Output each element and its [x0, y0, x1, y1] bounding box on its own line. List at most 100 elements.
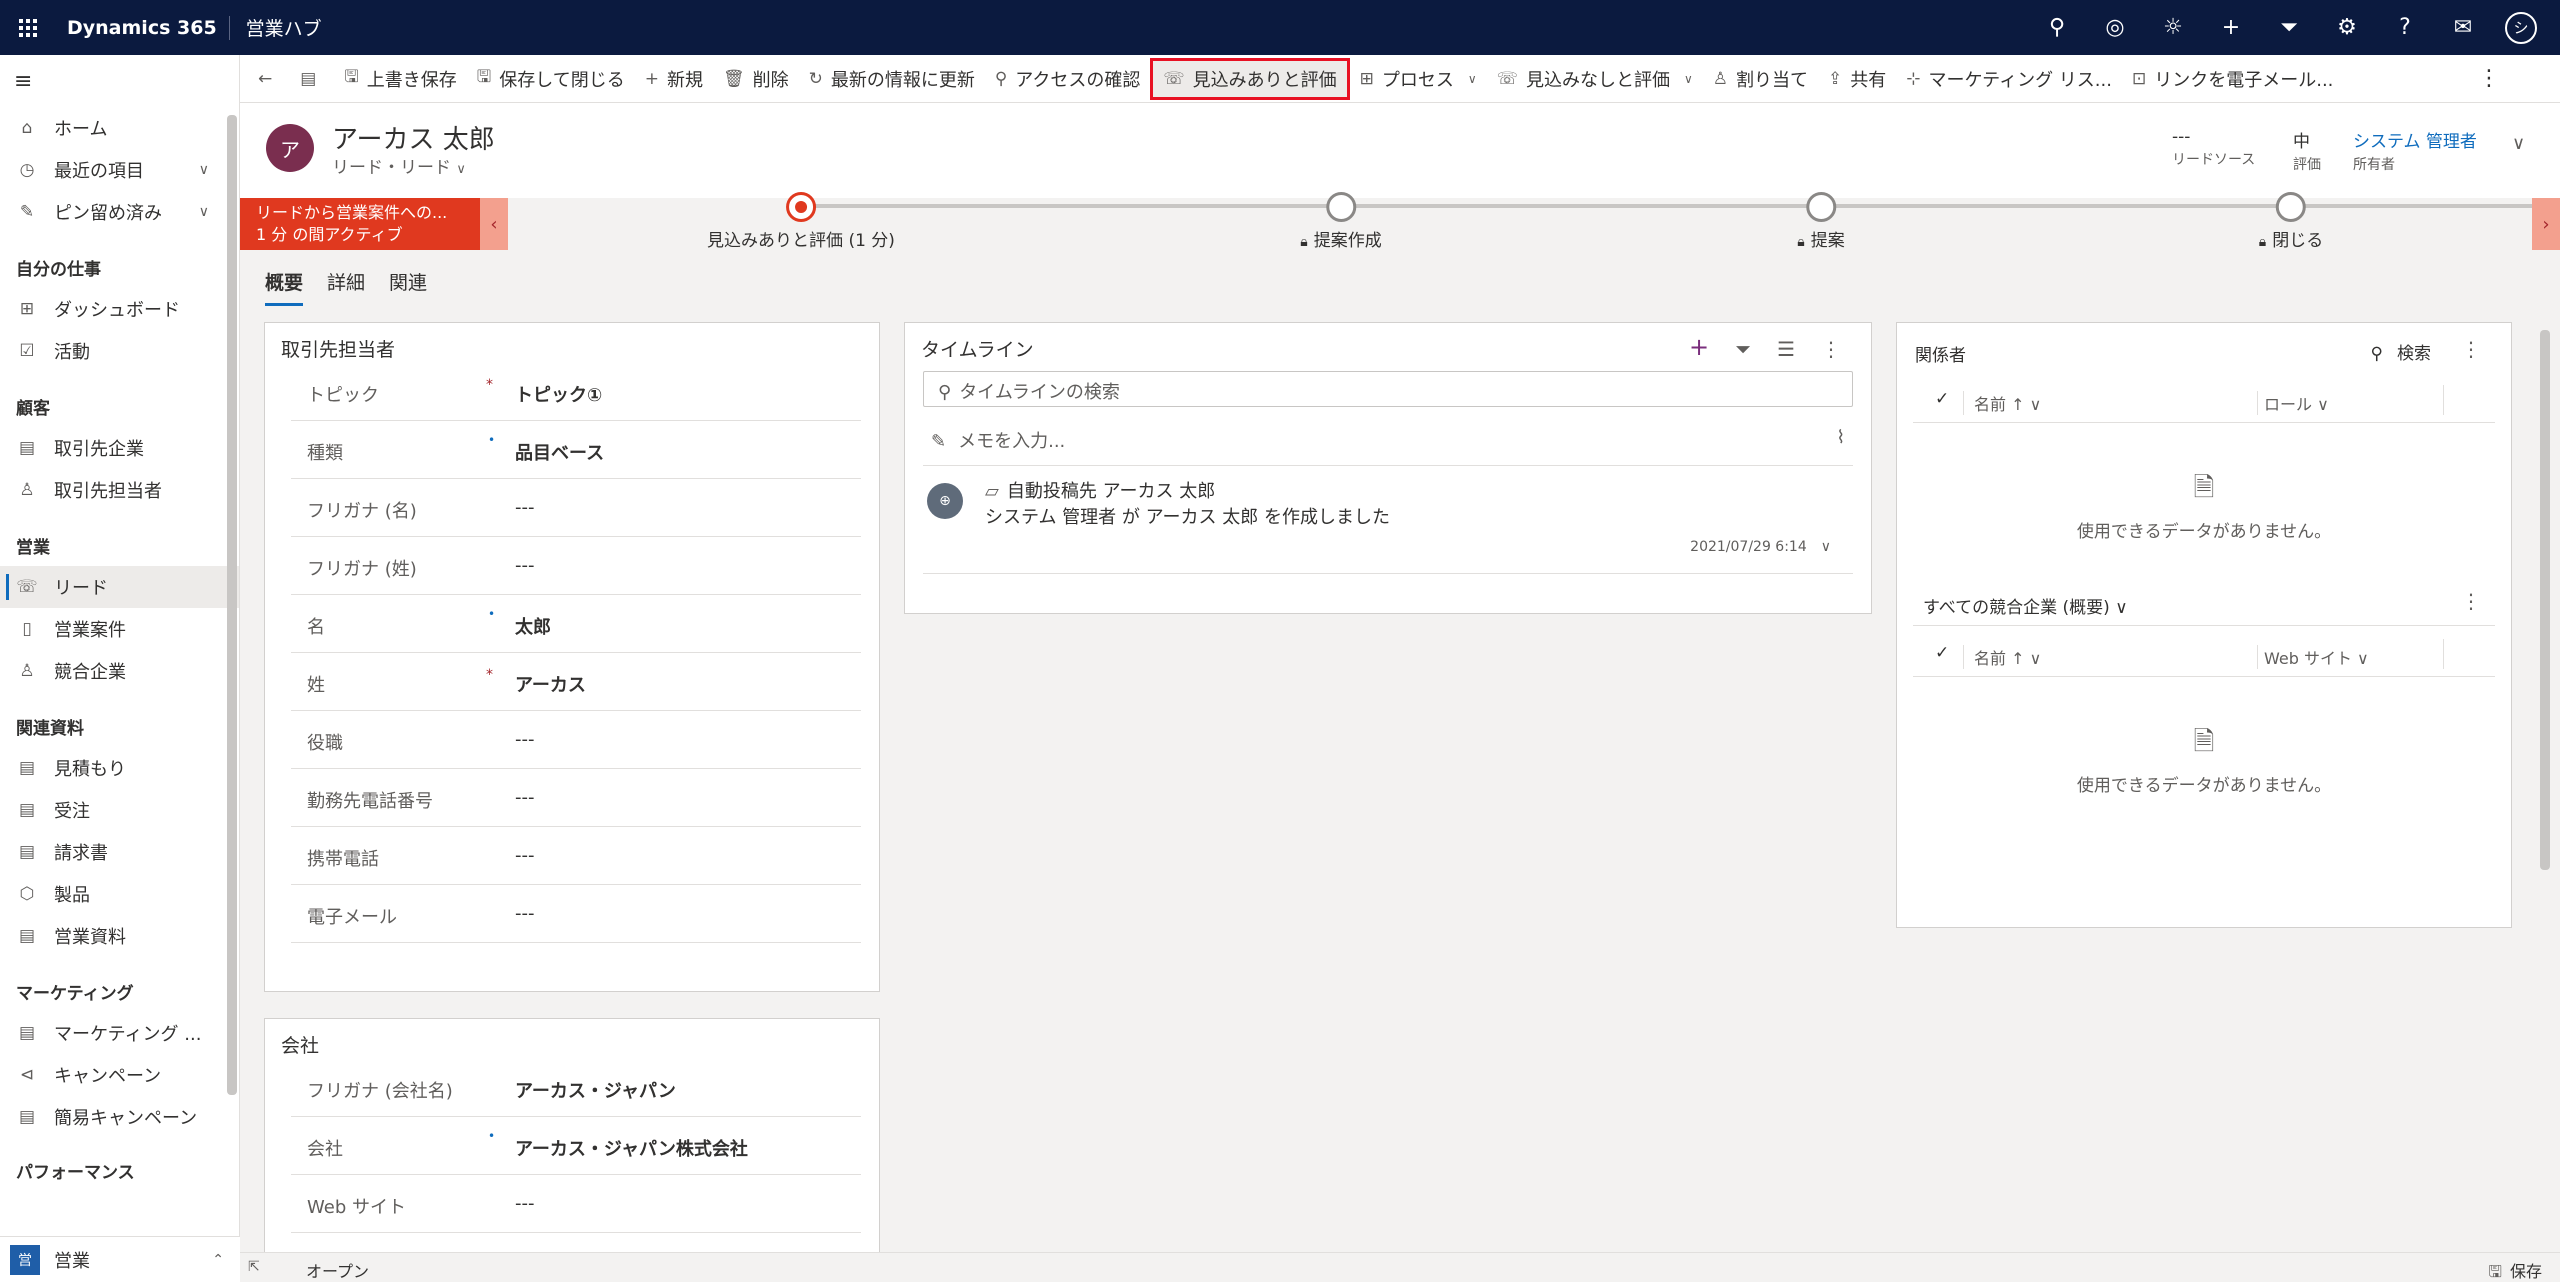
plus-icon[interactable]: + [2202, 0, 2260, 55]
field-business-phone[interactable]: 勤務先電話番号 --- [291, 769, 861, 827]
user-avatar-button[interactable]: シ [2492, 0, 2550, 55]
bpf-prev-stage-button[interactable]: ‹ [480, 198, 508, 250]
add-to-marketing-list-button[interactable]: ⊹ マーケティング リス... [1896, 58, 2122, 100]
search-icon[interactable]: ⚲ [2028, 0, 2086, 55]
sidebar-item-campaigns[interactable]: ⊲ キャンペーン [0, 1054, 239, 1096]
field-first-name[interactable]: 名 • 太郎 [291, 595, 861, 653]
sidebar-item-opportunities[interactable]: ▯ 営業案件 [0, 608, 239, 650]
field-value[interactable]: --- [515, 903, 535, 924]
qualify-button[interactable]: ☏ 見込みありと評価 [1150, 57, 1350, 100]
sidebar-item-sales-literature[interactable]: ▤ 営業資料 [0, 915, 239, 957]
field-mobile-phone[interactable]: 携帯電話 --- [291, 827, 861, 885]
sidebar-item-pinned[interactable]: ✎ ピン留め済み ∨ [0, 191, 239, 233]
bpf-active-process[interactable]: リードから営業案件への... 1 分 の間アクティブ [240, 198, 480, 250]
field-last-name[interactable]: 姓 * アーカス [291, 653, 861, 711]
more-commands-icon[interactable]: ⋮ [2478, 66, 2500, 91]
filter-icon[interactable]: ⏷ [2260, 0, 2318, 55]
timeline-entry-title[interactable]: ▱ 自動投稿先 アーカス 太郎 [985, 477, 1215, 503]
column-header-name[interactable]: 名前 ↑ ∨ [1963, 645, 2041, 669]
field-type[interactable]: 種類 • 品目ベース [291, 421, 861, 479]
chevron-down-icon[interactable]: ∨ [1821, 539, 1831, 555]
chat-icon[interactable]: ✉ [2434, 0, 2492, 55]
field-website[interactable]: Web サイト --- [291, 1175, 861, 1233]
more-icon[interactable]: ⋮ [2461, 337, 2481, 361]
sidebar-item-leads[interactable]: ☏ リード [0, 566, 239, 608]
area-switcher[interactable]: 営 営業 ⌃ [0, 1236, 240, 1282]
column-header-name[interactable]: 名前 ↑ ∨ [1963, 391, 2041, 415]
sidebar-item-dashboards[interactable]: ⊞ ダッシュボード [0, 288, 239, 330]
sidebar-item-marketing-lists[interactable]: ▤ マーケティング ... [0, 1012, 239, 1054]
new-button[interactable]: + 新規 [635, 58, 713, 100]
bpf-stage-qualify[interactable]: 見込みありと評価 (1 分) [707, 192, 895, 251]
delete-button[interactable]: 🗑 削除 [713, 58, 799, 100]
email-link-button[interactable]: ⊡ リンクを電子メール... [2122, 58, 2343, 100]
field-email[interactable]: 電子メール --- [291, 885, 861, 943]
column-header-website[interactable]: Web サイト ∨ [2257, 645, 2369, 669]
process-button[interactable]: ⊞ プロセス ∨ [1350, 58, 1487, 100]
bpf-next-stage-button[interactable]: › [2532, 198, 2560, 250]
timeline-search-input[interactable]: ⚲ タイムラインの検索 [923, 371, 1853, 407]
chevron-down-icon[interactable]: ∨ [199, 204, 209, 220]
field-job-title[interactable]: 役職 --- [291, 711, 861, 769]
bpf-stage-close[interactable]: 🔒︎ 閉じる [2259, 192, 2323, 251]
field-last-name-kana[interactable]: フリガナ (姓) --- [291, 537, 861, 595]
field-value[interactable]: --- [515, 497, 535, 518]
tab-related[interactable]: 関連 [389, 268, 427, 306]
status-save-button[interactable]: 🖫 保存 [2488, 1258, 2542, 1282]
bpf-stage-develop[interactable]: 🔒︎ 提案作成 [1300, 192, 1382, 251]
field-value[interactable]: --- [515, 555, 535, 576]
save-and-close-button[interactable]: 🖫 保存して閉じる [467, 58, 635, 100]
sidebar-item-invoices[interactable]: ▤ 請求書 [0, 831, 239, 873]
field-value[interactable]: トピック① [515, 381, 602, 407]
column-header-role[interactable]: ロール ∨ [2257, 391, 2329, 415]
header-expand-chevron-icon[interactable]: ∨ [2512, 133, 2525, 154]
app-name[interactable]: 営業ハブ [230, 14, 322, 41]
sidebar-item-recent[interactable]: ◷ 最近の項目 ∨ [0, 149, 239, 191]
field-company-kana[interactable]: フリガナ (会社名) アーカス・ジャパン [291, 1059, 861, 1117]
target-icon[interactable]: ◎ [2086, 0, 2144, 55]
sidebar-item-orders[interactable]: ▤ 受注 [0, 789, 239, 831]
sidebar-item-contacts[interactable]: ♙ 取引先担当者 [0, 469, 239, 511]
lightbulb-icon[interactable]: ☼ [2144, 0, 2202, 55]
field-value[interactable]: 品目ベース [515, 439, 604, 465]
add-timeline-icon[interactable]: + [1689, 333, 1709, 361]
sort-icon[interactable]: ☰ [1777, 337, 1795, 361]
sidebar-item-products[interactable]: ⬡ 製品 [0, 873, 239, 915]
back-button[interactable]: ← [248, 58, 290, 100]
disqualify-button[interactable]: ☏ 見込みなしと評価 ∨ [1487, 58, 1703, 100]
field-value[interactable]: --- [515, 1193, 535, 1214]
share-button[interactable]: ⇪ 共有 [1818, 58, 1896, 100]
field-value[interactable]: アーカス・ジャパン [515, 1077, 676, 1103]
popout-icon[interactable]: ⇱ [248, 1259, 260, 1275]
sidebar-item-activities[interactable]: ☑ 活動 [0, 330, 239, 372]
filter-icon[interactable]: ⏷ [1735, 337, 1751, 361]
gear-icon[interactable]: ⚙ [2318, 0, 2376, 55]
field-value[interactable]: --- [515, 787, 535, 808]
tab-summary[interactable]: 概要 [265, 268, 304, 306]
sidebar-item-home[interactable]: ⌂ ホーム [0, 107, 239, 149]
more-icon[interactable]: ⋮ [2461, 589, 2481, 613]
field-value[interactable]: --- [515, 845, 535, 866]
check-access-button[interactable]: ⚲ アクセスの確認 [985, 58, 1151, 100]
owner-link[interactable]: システム 管理者 [2353, 127, 2477, 152]
assign-button[interactable]: ♙ 割り当て [1703, 58, 1818, 100]
sidebar-item-quick-campaigns[interactable]: ▤ 簡易キャンペーン [0, 1096, 239, 1138]
save-button[interactable]: 🖫 上書き保存 [334, 58, 466, 100]
page-scrollbar[interactable] [2540, 330, 2550, 870]
field-value[interactable]: 太郎 [515, 613, 551, 639]
field-value[interactable]: --- [515, 729, 535, 750]
sidebar-item-quotes[interactable]: ▤ 見積もり [0, 747, 239, 789]
bpf-stage-propose[interactable]: 🔒︎ 提案 [1797, 192, 1845, 251]
tab-details[interactable]: 詳細 [327, 268, 365, 306]
form-view-button[interactable]: ▤ [290, 58, 334, 100]
sidebar-item-accounts[interactable]: ▤ 取引先企業 [0, 427, 239, 469]
competitors-title[interactable]: すべての競合企業 (概要) ∨ [1923, 593, 2128, 618]
field-company[interactable]: 会社 • アーカス・ジャパン株式会社 [291, 1117, 861, 1175]
select-all-checkbox[interactable]: ✓ [1935, 389, 1949, 409]
sidebar-item-competitors[interactable]: ♙ 競合企業 [0, 650, 239, 692]
help-icon[interactable]: ? [2376, 0, 2434, 55]
field-first-name-kana[interactable]: フリガナ (名) --- [291, 479, 861, 537]
app-launcher-icon[interactable] [0, 0, 55, 55]
field-topic[interactable]: トピック * トピック① [291, 363, 861, 421]
brand-title[interactable]: Dynamics 365 [55, 15, 230, 40]
